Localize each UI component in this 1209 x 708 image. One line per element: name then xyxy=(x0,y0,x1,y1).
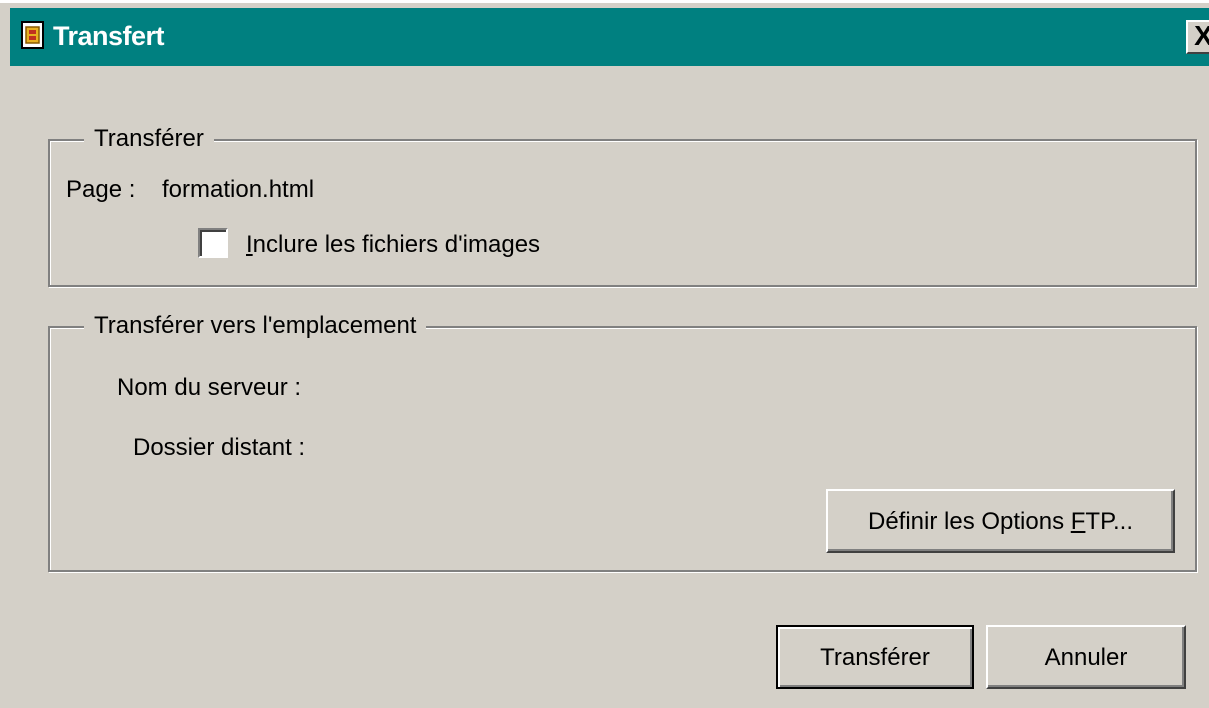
ftp-options-prefix: Définir les Options xyxy=(868,508,1071,535)
server-name-label: Nom du serveur : xyxy=(117,374,302,401)
transfer-group-legend: Transférer xyxy=(84,122,214,156)
document-icon xyxy=(21,21,44,49)
remote-folder-label: Dossier distant : xyxy=(133,434,306,461)
include-images-label[interactable]: Inclure les fichiers d'images xyxy=(246,230,540,260)
transfer-groupbox: Transférer xyxy=(48,122,1197,287)
include-images-checkbox[interactable] xyxy=(198,228,228,258)
cancel-button[interactable]: Annuler xyxy=(986,625,1186,689)
window-title: Transfert xyxy=(53,21,165,51)
ftp-options-button[interactable]: Définir les Options FTP... xyxy=(826,489,1175,553)
title-bar[interactable]: Transfert X xyxy=(10,8,1209,66)
location-group-legend: Transférer vers l'emplacement xyxy=(84,309,427,343)
ftp-options-accel: F xyxy=(1070,508,1086,535)
close-button[interactable]: X xyxy=(1186,20,1209,54)
include-images-accel: I xyxy=(246,231,253,258)
page-label: Page : xyxy=(66,176,136,203)
include-images-text: nclure les fichiers d'images xyxy=(252,231,541,258)
ftp-options-suffix: TP... xyxy=(1085,508,1133,535)
transfer-button[interactable]: Transférer xyxy=(776,625,974,689)
page-value: formation.html xyxy=(162,176,315,203)
